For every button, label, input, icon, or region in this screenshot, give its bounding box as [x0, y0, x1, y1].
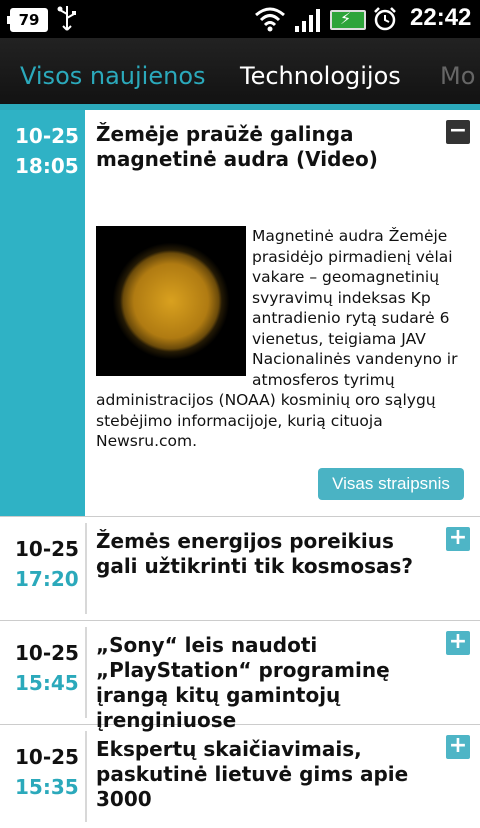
article-title[interactable]: Žemėje praūžė galinga magnetinė audra (V…: [96, 122, 436, 172]
charging-bolt: ⚡: [340, 9, 352, 28]
article-date: 10-25: [15, 745, 79, 769]
signal-icon: [294, 8, 322, 36]
article-date: 10-25: [15, 641, 79, 665]
article-title[interactable]: Ekspertų skaičiavimais, paskutinė lietuv…: [96, 737, 436, 812]
collapse-icon[interactable]: −: [446, 120, 470, 144]
article-date: 10-25: [15, 537, 79, 561]
article-title[interactable]: „Sony“ leis naudoti „PlayStation“ progra…: [96, 633, 436, 733]
charging-battery-icon: ⚡: [330, 9, 366, 30]
category-tab-bar: Visos naujienos Technologijos Mo: [0, 38, 480, 110]
article-title[interactable]: Žemės energijos poreikius gali užtikrint…: [96, 529, 436, 579]
expand-icon[interactable]: +: [446, 735, 470, 759]
status-clock: 22:42: [410, 4, 472, 31]
article-time: 15:35: [15, 775, 79, 799]
list-item[interactable]: 10-25 15:45 „Sony“ leis naudoti „PlaySta…: [0, 621, 480, 732]
read-more-button[interactable]: Visas straipsnis: [318, 468, 464, 500]
date-column: 10-25 17:20: [0, 523, 87, 614]
list-item[interactable]: 10-25 15:35 Ekspertų skaičiavimais, pask…: [0, 725, 480, 828]
article-summary: Magnetinė audra Žemėje prasidėjo pirmadi…: [96, 226, 462, 452]
news-list: 10-25 18:05 Žemėje praūžė galinga magnet…: [0, 110, 480, 828]
date-column: 10-25 15:35: [0, 731, 87, 822]
status-bar: 79 ⚡ 22:42: [0, 0, 480, 38]
article-time: 17:20: [15, 567, 79, 591]
date-column: 10-25 18:05: [0, 110, 85, 516]
tab-visos-naujienos[interactable]: Visos naujienos: [20, 62, 206, 90]
alarm-icon: [372, 6, 396, 31]
tab-technologijos[interactable]: Technologijos: [240, 62, 401, 90]
expand-icon[interactable]: +: [446, 631, 470, 655]
article-time: 15:45: [15, 671, 79, 695]
usb-icon: [56, 4, 78, 40]
expand-icon[interactable]: +: [446, 527, 470, 551]
article-time: 18:05: [15, 154, 79, 178]
date-column: 10-25 15:45: [0, 627, 87, 718]
wifi-icon: [254, 6, 286, 36]
battery-icon: 79: [7, 8, 48, 32]
article-date: 10-25: [15, 124, 79, 148]
list-item[interactable]: 10-25 17:20 Žemės energijos poreikius ga…: [0, 517, 480, 621]
list-item[interactable]: 10-25 18:05 Žemėje praūžė galinga magnet…: [0, 110, 480, 517]
sun-photo: [96, 226, 246, 376]
tab-more[interactable]: Mo: [440, 62, 475, 90]
